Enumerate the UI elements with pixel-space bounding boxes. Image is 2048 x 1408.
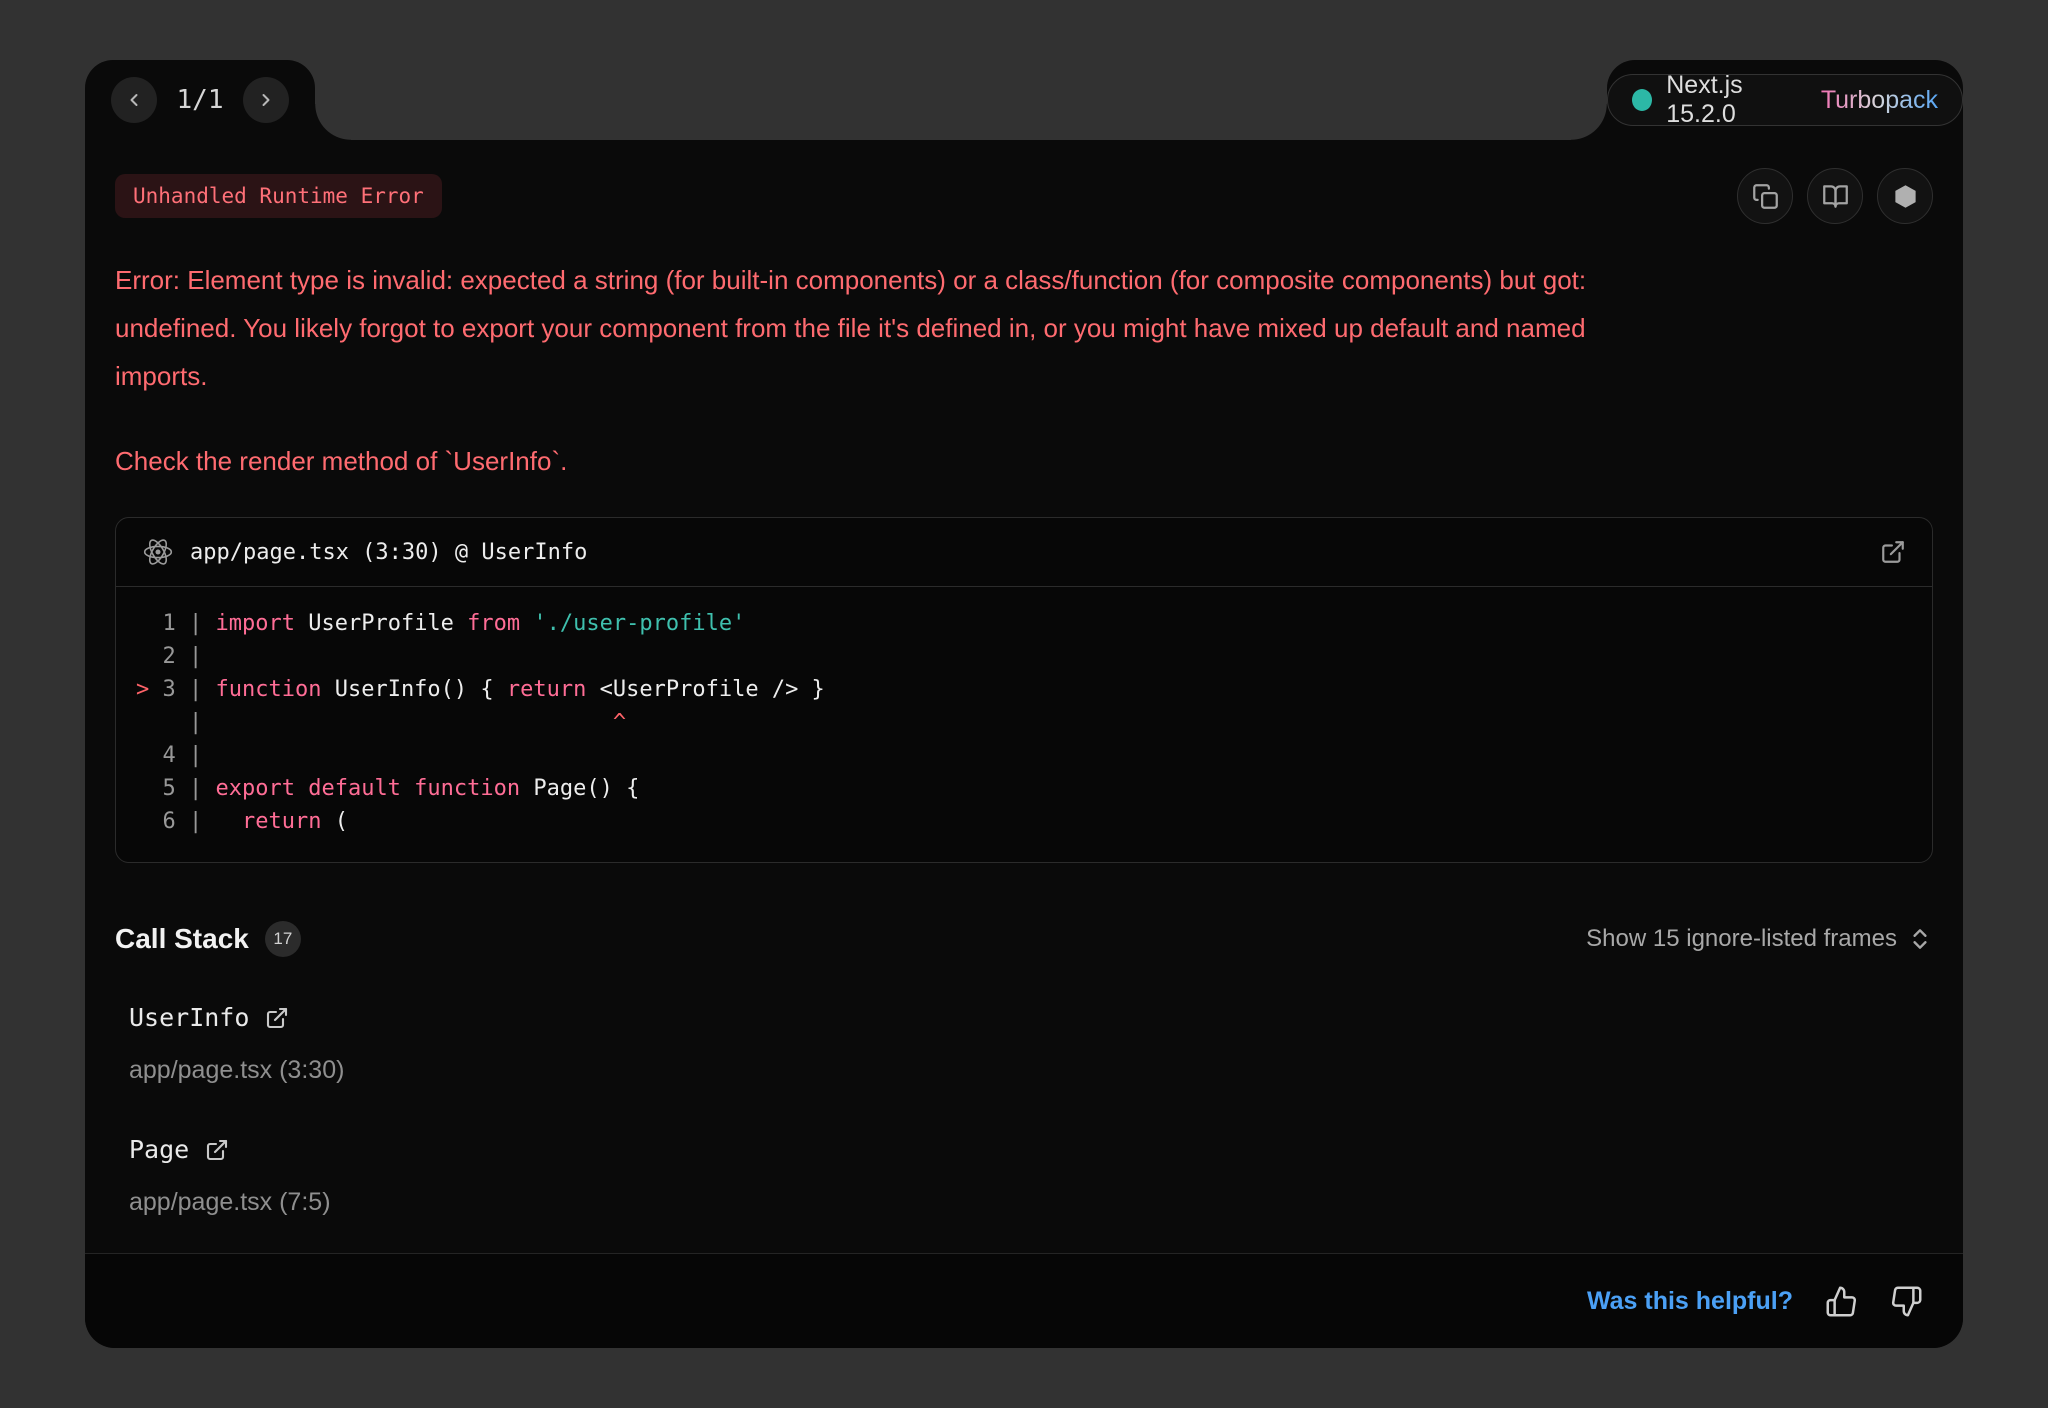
dialog-body: Unhandled Runtime Error [85,140,1963,1348]
frame-open-in-editor-button[interactable] [205,1138,229,1162]
previous-error-button[interactable] [111,77,157,123]
react-icon [142,536,174,568]
code-block: 1 | import UserProfile from './user-prof… [116,587,1932,862]
chevron-right-icon [256,90,276,110]
stack-frame: UserInfo app/page.tsx (3:30) [129,1003,1933,1085]
stack-frame-name: UserInfo [129,1003,249,1032]
code-frame-header: app/page.tsx (3:30) @ UserInfo [116,518,1932,587]
nextjs-version-badge[interactable]: Next.js 15.2.0 Turbopack [1607,74,1963,126]
error-message-line: undefined. You likely forgot to export y… [115,304,1933,352]
dialog-footer: Was this helpful? [85,1253,1963,1348]
call-stack-count-badge: 17 [265,921,301,957]
copy-icon [1752,183,1779,210]
stack-frame-name-row: UserInfo [129,1003,1933,1032]
external-link-icon [1880,539,1906,565]
stack-frame-location: app/page.tsx (3:30) [129,1056,1933,1085]
code-line: 2 | [136,640,1912,673]
docs-button[interactable] [1807,168,1863,224]
turbopack-label: Turbopack [1821,86,1938,115]
call-stack-frames: UserInfo app/page.tsx (3:30) Page [115,1003,1933,1217]
chevron-left-icon [124,90,144,110]
thumbs-up-button[interactable] [1825,1285,1858,1318]
error-page-indicator: 1/1 [177,85,224,115]
code-line-error: > 3 | function UserInfo() { return <User… [136,673,1912,706]
error-message: Error: Element type is invalid: expected… [115,256,1933,400]
thumbs-up-icon [1825,1285,1858,1318]
external-link-icon [265,1006,289,1030]
error-message-line: imports. [115,352,1933,400]
error-message-line: Error: Element type is invalid: expected… [115,256,1933,304]
hexagon-node-icon [1892,183,1919,210]
call-stack-title: Call Stack [115,923,249,955]
code-line: 6 | return ( [136,805,1912,838]
stack-frame-name-row: Page [129,1135,1933,1164]
code-line: 5 | export default function Page() { [136,772,1912,805]
was-this-helpful-link[interactable]: Was this helpful? [1587,1287,1793,1316]
runtime-button[interactable] [1877,168,1933,224]
error-overlay-dialog: 1/1 Next.js 15.2.0 Turbopack Unhandled R… [85,60,1963,1348]
dialog-toolbar [1737,168,1933,224]
thumbs-down-icon [1890,1285,1923,1318]
open-in-editor-button[interactable] [1880,539,1906,565]
version-tab: Next.js 15.2.0 Turbopack [1607,60,1963,140]
error-pagination: 1/1 [85,60,315,140]
error-hint: Check the render method of `UserInfo`. [115,446,1933,477]
error-type-badge: Unhandled Runtime Error [115,174,442,218]
nextjs-version-label: Next.js 15.2.0 [1666,71,1807,129]
show-ignored-frames-label: Show 15 ignore-listed frames [1586,925,1897,953]
book-open-icon [1822,183,1849,210]
thumbs-down-button[interactable] [1890,1285,1923,1318]
next-error-button[interactable] [243,77,289,123]
stack-frame-location: app/page.tsx (7:5) [129,1188,1933,1217]
copy-error-button[interactable] [1737,168,1793,224]
code-line: 1 | import UserProfile from './user-prof… [136,607,1912,640]
error-overlay-page: 1/1 Next.js 15.2.0 Turbopack Unhandled R… [0,0,2048,1408]
frame-open-in-editor-button[interactable] [265,1006,289,1030]
code-frame-file-label: app/page.tsx (3:30) @ UserInfo [190,540,1864,565]
code-frame: app/page.tsx (3:30) @ UserInfo 1 | impor… [115,517,1933,863]
error-header-row: Unhandled Runtime Error [115,168,1933,224]
external-link-icon [205,1138,229,1162]
stack-frame: Page app/page.tsx (7:5) [129,1135,1933,1217]
show-ignored-frames-toggle[interactable]: Show 15 ignore-listed frames [1586,925,1933,953]
chevrons-up-down-icon [1907,926,1933,952]
call-stack-header: Call Stack 17 Show 15 ignore-listed fram… [115,921,1933,957]
dialog-tabs-row: 1/1 Next.js 15.2.0 Turbopack [85,60,1963,140]
code-line-caret: | ^ [136,706,1912,739]
code-line: 4 | [136,739,1912,772]
stack-frame-name: Page [129,1135,189,1164]
nextjs-logo-icon [1632,89,1652,111]
